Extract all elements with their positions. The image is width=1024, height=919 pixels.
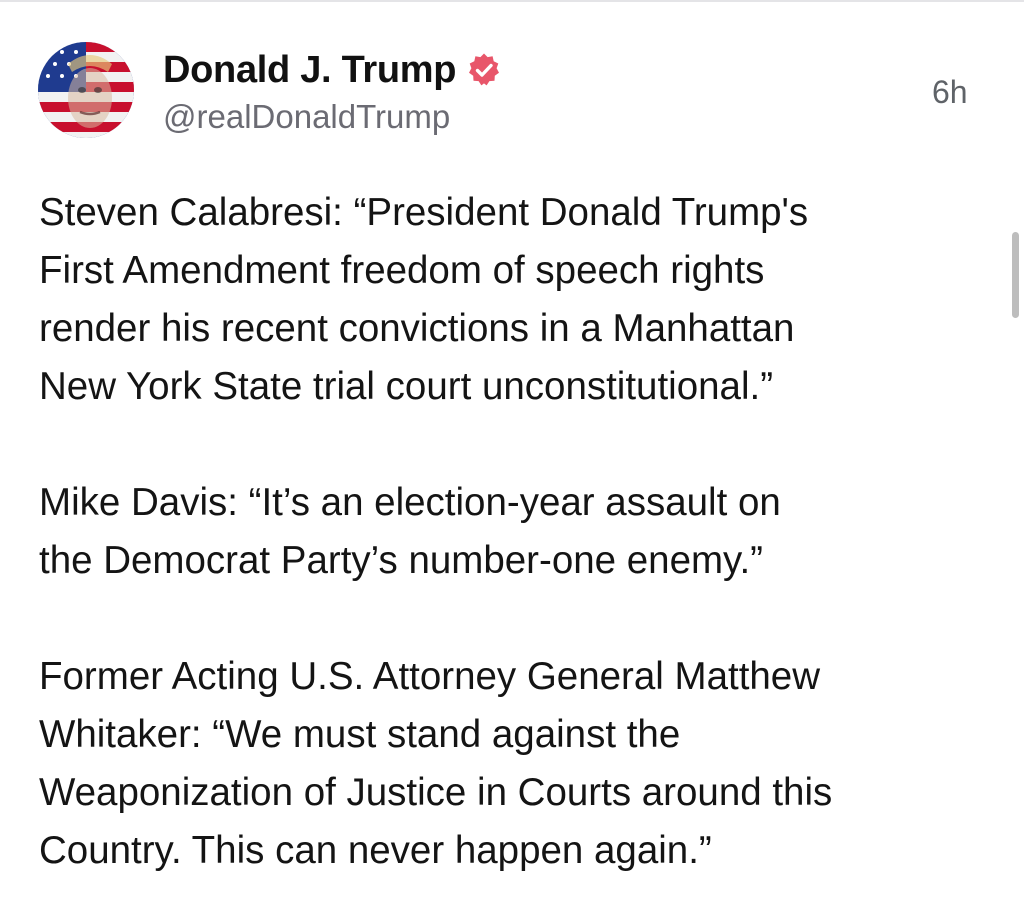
post-card: Donald J. Trump @realDonaldTrump 6h Stev… [0,0,1024,919]
author-avatar[interactable] [38,42,134,138]
post-paragraph: Steven Calabresi: “President Donald Trum… [39,191,809,408]
avatar-flag-portrait-icon [38,42,134,138]
post-paragraph: Former Acting U.S. Attorney General Matt… [39,655,833,872]
author-name-row: Donald J. Trump [163,44,502,96]
author-display-name[interactable]: Donald J. Trump [163,49,457,92]
post-paragraph: Mike Davis: “It’s an election-year assau… [39,481,781,582]
post-timestamp[interactable]: 6h [932,74,968,111]
scrollbar-thumb[interactable] [1012,232,1019,318]
post-body: Steven Calabresi: “President Donald Trum… [39,184,999,880]
author-handle[interactable]: @realDonaldTrump [163,98,450,136]
verified-badge-icon [466,52,502,88]
